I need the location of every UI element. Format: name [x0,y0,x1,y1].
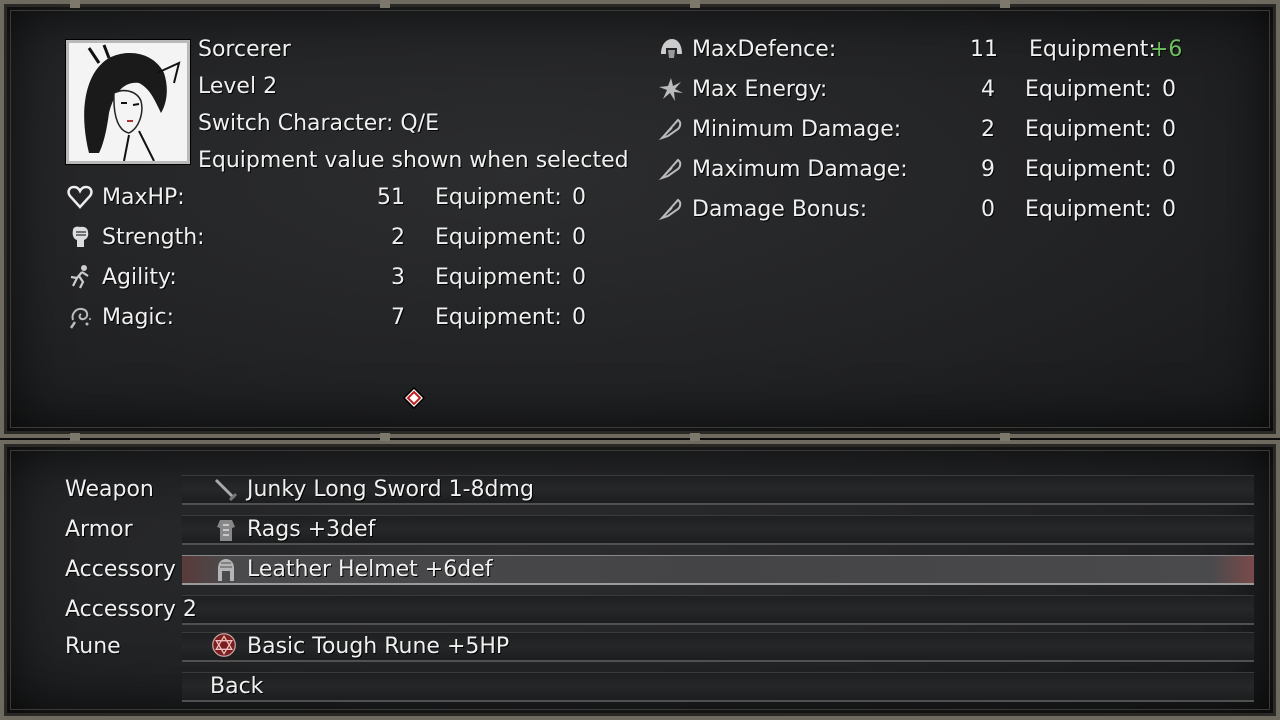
rivet-decoration [1000,0,1010,8]
equipment-label: Equipment: [435,185,562,210]
stat-value-maxhp: 51 [377,185,405,210]
equipment-value-agility: 0 [572,265,586,290]
stat-value-magic: 7 [391,305,405,330]
running-figure-icon [70,265,89,289]
feather-icon [658,118,682,141]
red-rune-icon [212,633,236,657]
rivet-decoration [690,0,700,8]
equipment-value-maxenergy: 0 [1162,77,1176,102]
rivet-decoration [380,0,390,8]
stat-label-maxhp: MaxHP: [102,185,185,210]
stat-value-maxdefence: 11 [970,37,998,62]
equipment-label: Equipment: [1025,77,1152,102]
magic-swirl-icon [69,307,91,329]
diamond-cursor-icon [403,387,425,409]
stat-label-maxenergy: Max Energy: [692,77,828,102]
rivet-decoration [1000,433,1010,441]
equipment-value-maxdamage: 0 [1162,157,1176,182]
equipment-value-strength: 0 [572,225,586,250]
equipment-label: Equipment: [435,305,562,330]
slot-label-accessory-2[interactable]: Accessory 2 [65,597,197,623]
slot-label-weapon[interactable]: Weapon [65,477,154,503]
stat-value-maxdamage: 9 [981,157,995,182]
stat-label-damagebonus: Damage Bonus: [692,197,868,222]
rivet-decoration [70,0,80,8]
equipment-value-maxdefence: +6 [1150,37,1183,62]
equipment-label: Equipment: [435,265,562,290]
slot-bar-back[interactable] [182,672,1254,702]
fist-icon [72,226,89,247]
stat-value-damagebonus: 0 [981,197,995,222]
character-level: Level 2 [198,74,278,99]
stat-value-strength: 2 [391,225,405,250]
slot-label-rune[interactable]: Rune [65,634,121,660]
energy-burst-icon [659,78,683,101]
stat-label-strength: Strength: [102,225,205,250]
slot-label-accessory[interactable]: Accessory [65,557,176,583]
switch-character-hint: Switch Character: Q/E [198,111,439,136]
stat-label-mindamage: Minimum Damage: [692,117,902,142]
stat-label-maxdefence: MaxDefence: [692,37,837,62]
rags-armor-icon [217,520,235,541]
rivet-decoration [70,433,80,441]
feather-icon [658,198,682,221]
stat-label-agility: Agility: [102,265,177,290]
slot-item-armor[interactable]: Rags +3def [247,517,375,543]
equipment-value-damagebonus: 0 [1162,197,1176,222]
rivet-decoration [690,433,700,441]
sword-icon [214,478,238,502]
stat-value-mindamage: 2 [981,117,995,142]
slot-label-armor[interactable]: Armor [65,517,133,543]
heart-icon [67,185,93,209]
stat-value-agility: 3 [391,265,405,290]
equipment-value-mindamage: 0 [1162,117,1176,142]
back-button[interactable]: Back [210,674,263,700]
equipment-value-maxhp: 0 [572,185,586,210]
stat-label-magic: Magic: [102,305,175,330]
slot-item-accessory[interactable]: Leather Helmet +6def [247,557,492,583]
equipment-label: Equipment: [1025,197,1152,222]
equipment-label: Equipment: [435,225,562,250]
slot-bar-accessory-2[interactable] [182,595,1254,625]
rivet-decoration [380,433,390,441]
equipment-value-hint: Equipment value shown when selected [198,148,629,173]
slot-item-weapon[interactable]: Junky Long Sword 1-8dmg [247,477,534,503]
helmet-icon [661,39,682,58]
equipment-label: Equipment: [1025,117,1152,142]
equipment-label: Equipment: [1025,157,1152,182]
stat-value-maxenergy: 4 [981,77,995,102]
character-class: Sorcerer [198,37,291,62]
leather-helmet-icon [218,559,234,581]
slot-item-rune[interactable]: Basic Tough Rune +5HP [247,634,509,660]
equipment-label: Equipment: [1029,37,1156,62]
feather-icon [658,158,682,181]
sorcerer-portrait-icon [69,43,187,161]
stat-label-maxdamage: Maximum Damage: [692,157,908,182]
equipment-value-magic: 0 [572,305,586,330]
character-portrait [65,39,191,165]
